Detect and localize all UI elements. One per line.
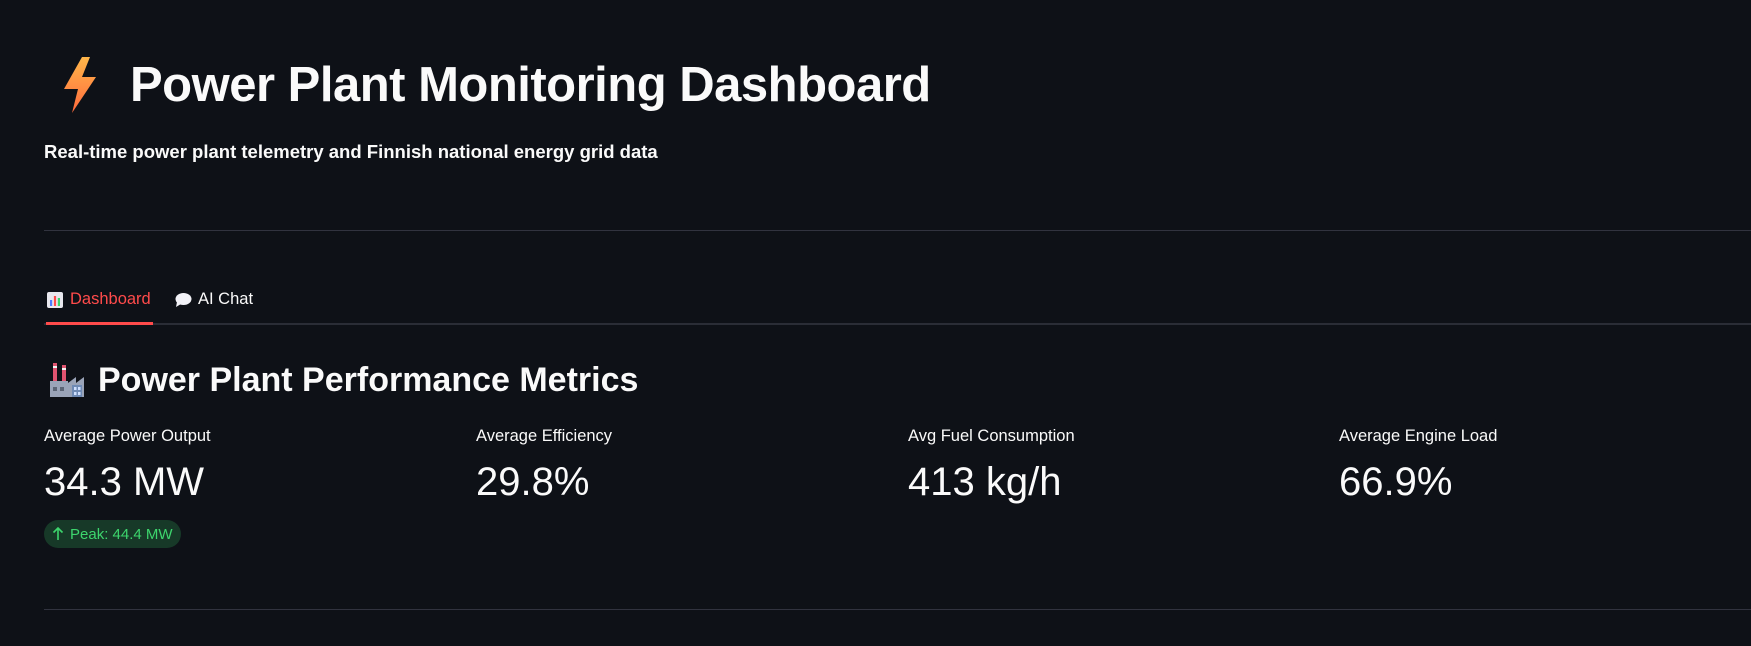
metric-value: 413 kg/h bbox=[908, 460, 1062, 504]
section-title: Power Plant Performance Metrics bbox=[98, 360, 639, 399]
divider bbox=[44, 230, 1751, 231]
metric-label: Avg Fuel Consumption bbox=[908, 427, 1075, 445]
tab-dashboard[interactable]: Dashboard bbox=[46, 276, 153, 325]
page-title: Power Plant Monitoring Dashboard bbox=[130, 58, 931, 112]
metric-value: 66.9% bbox=[1339, 460, 1453, 504]
page-header: Power Plant Monitoring Dashboard bbox=[52, 50, 931, 120]
metric-average-power-output: Average Power Output 34.3 MW Peak: 44.4 … bbox=[44, 424, 211, 548]
metric-label: Average Power Output bbox=[44, 427, 211, 445]
metric-delta-badge: Peak: 44.4 MW bbox=[44, 520, 181, 548]
tab-label: AI Chat bbox=[198, 290, 254, 308]
divider bbox=[44, 609, 1751, 610]
tab-bar: Dashboard AI Chat bbox=[44, 276, 1751, 325]
metric-avg-fuel-consumption: Avg Fuel Consumption 413 kg/h bbox=[908, 424, 1075, 506]
metric-average-engine-load: Average Engine Load 66.9% bbox=[1339, 424, 1497, 506]
arrow-up-icon bbox=[52, 527, 64, 540]
metric-label: Average Efficiency bbox=[476, 427, 613, 445]
metric-value: 34.3 MW bbox=[44, 460, 205, 504]
factory-icon bbox=[50, 363, 84, 397]
metric-delta-text: Peak: 44.4 MW bbox=[70, 525, 173, 543]
tab-label: Dashboard bbox=[70, 290, 151, 308]
metric-label: Average Engine Load bbox=[1339, 427, 1498, 445]
lightning-bolt-icon bbox=[64, 57, 96, 113]
section-header: Power Plant Performance Metrics bbox=[48, 356, 638, 404]
page-subtitle: Real-time power plant telemetry and Finn… bbox=[44, 141, 658, 162]
metric-average-efficiency: Average Efficiency 29.8% bbox=[476, 424, 612, 506]
app-page: Power Plant Monitoring Dashboard Real-ti… bbox=[0, 0, 1751, 646]
bar-chart-icon bbox=[47, 291, 63, 308]
tab-ai-chat[interactable]: AI Chat bbox=[174, 276, 253, 323]
metric-value: 29.8% bbox=[476, 460, 590, 504]
speech-bubble-icon bbox=[175, 292, 192, 307]
